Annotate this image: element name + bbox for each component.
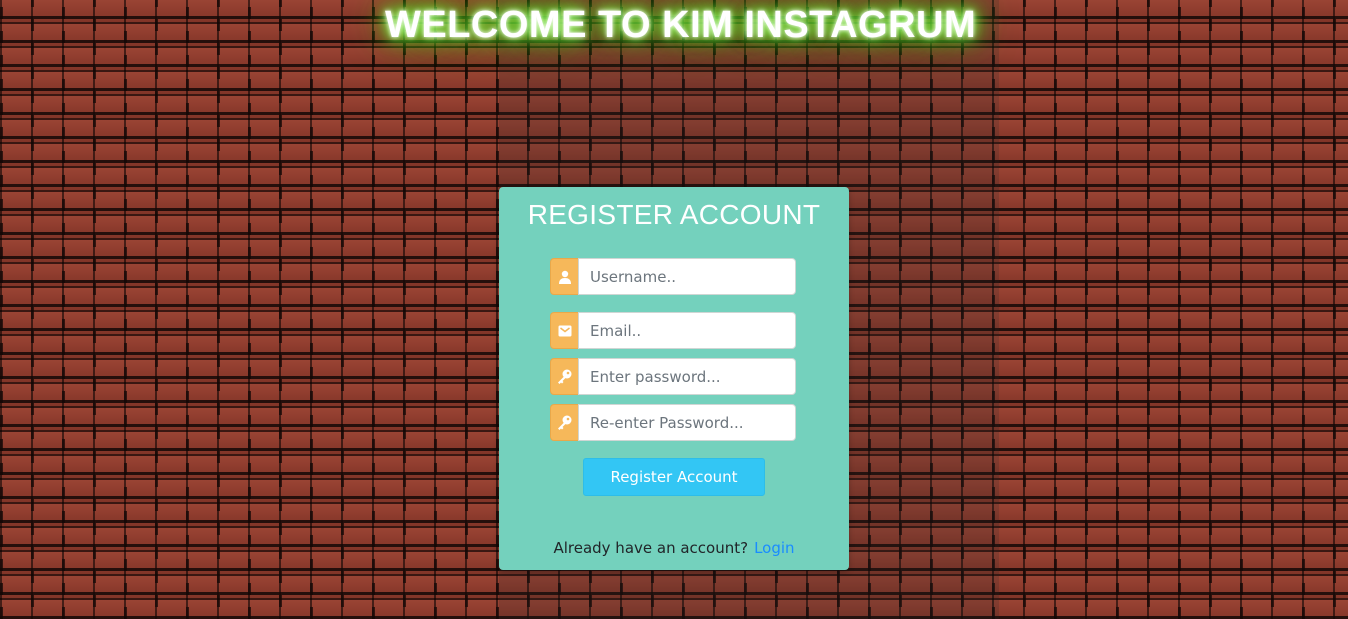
username-field-group (550, 258, 796, 295)
login-link[interactable]: Login (754, 539, 794, 557)
register-account-button[interactable]: Register Account (583, 458, 765, 496)
register-heading: REGISTER ACCOUNT (527, 199, 821, 230)
key-icon (550, 358, 578, 395)
confirm-password-field-group (550, 404, 796, 441)
user-icon (550, 258, 578, 295)
key-icon (550, 404, 578, 441)
email-input[interactable] (578, 312, 796, 349)
login-prompt-line: Already have an account? Login (499, 539, 849, 557)
page-title: WELCOME TO KIM INSTAGRUM (385, 4, 977, 46)
envelope-icon (550, 312, 578, 349)
password-field-group (550, 358, 796, 395)
confirm-password-input[interactable] (578, 404, 796, 441)
password-input[interactable] (578, 358, 796, 395)
login-prompt-text: Already have an account? (553, 539, 749, 557)
email-field-group (550, 312, 796, 349)
username-input[interactable] (578, 258, 796, 295)
register-form-card: REGISTER ACCOUNT Username.. Email.. Regi… (499, 187, 849, 570)
